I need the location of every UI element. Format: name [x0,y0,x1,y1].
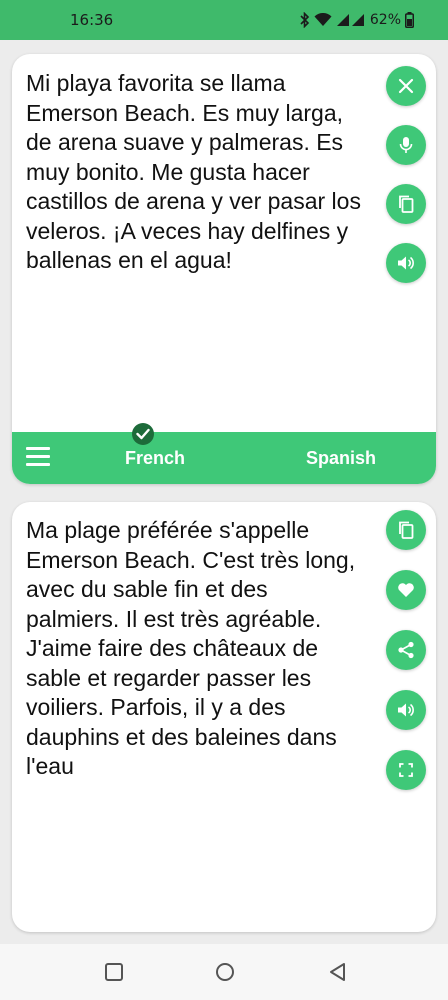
bluetooth-icon [300,12,310,28]
microphone-icon [399,137,413,153]
source-card: Mi playa favorita se llama Emerson Beach… [12,54,436,484]
favorite-button[interactable] [386,570,426,610]
speaker-icon [398,256,414,270]
target-language-button[interactable]: Spanish [306,448,376,469]
menu-icon[interactable] [26,447,50,469]
copy-icon [399,195,414,213]
source-language-button[interactable]: French [125,448,185,469]
share-button[interactable] [386,630,426,670]
language-bar: French Spanish [12,432,436,484]
recents-icon[interactable] [104,962,124,982]
status-icons: 62% [300,0,414,40]
back-icon[interactable] [328,962,348,982]
home-icon[interactable] [215,962,235,982]
copy-source-button[interactable] [386,184,426,224]
microphone-button[interactable] [386,125,426,165]
copy-translation-button[interactable] [386,510,426,550]
copy-icon [399,521,414,539]
navigation-bar [0,944,448,1000]
battery-icon [405,12,414,28]
speaker-icon [398,703,414,717]
battery-text: 62% [369,12,401,28]
translation-card: Ma plage préférée s'appelle Emerson Beac… [12,502,436,932]
close-icon [398,78,414,94]
check-icon [132,423,154,445]
signal-icon [336,13,366,27]
status-bar: 16:36 62% [0,0,448,40]
status-time: 16:36 [70,11,114,29]
translation-text: Ma plage préférée s'appelle Emerson Beac… [26,517,356,779]
source-text[interactable]: Mi playa favorita se llama Emerson Beach… [26,69,366,276]
fullscreen-icon [399,763,413,777]
clear-button[interactable] [386,66,426,106]
share-icon [398,641,414,659]
speak-translation-button[interactable] [386,690,426,730]
speak-source-button[interactable] [386,243,426,283]
heart-icon [398,583,414,597]
fullscreen-button[interactable] [386,750,426,790]
wifi-icon [314,13,332,27]
